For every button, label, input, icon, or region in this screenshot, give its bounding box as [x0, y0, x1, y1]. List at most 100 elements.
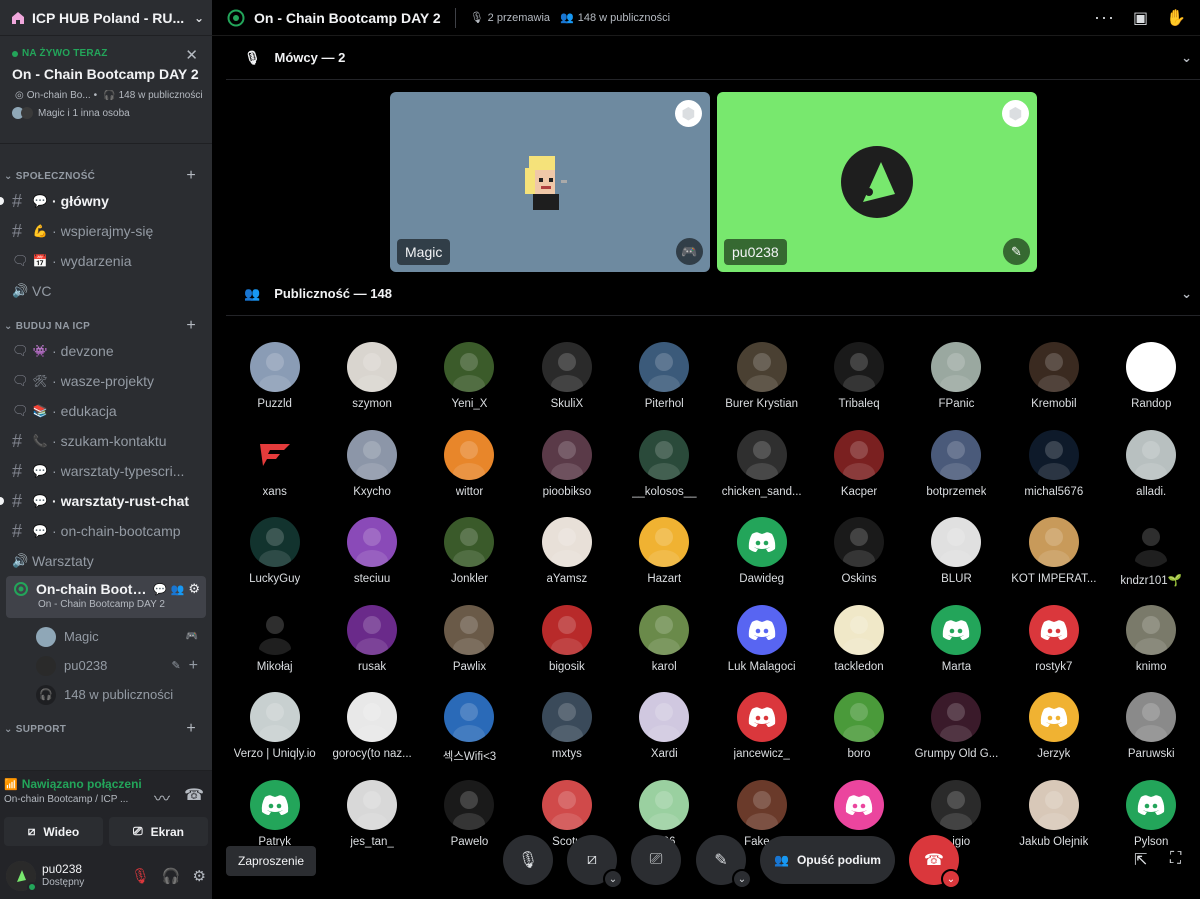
audience-member[interactable]: Paruwski: [1103, 686, 1200, 774]
chevron-down-icon[interactable]: ⌄: [732, 869, 752, 889]
audience-member[interactable]: Verzo | Uniqly.io: [226, 686, 323, 774]
channel-text[interactable]: # 📞 · szukam-kontaktu: [6, 426, 206, 456]
gear-icon[interactable]: ⚙: [193, 867, 206, 885]
audience-member[interactable]: gorocy(to naz...: [323, 686, 420, 774]
audience-member[interactable]: Randop: [1103, 336, 1200, 424]
channel-text[interactable]: 🗨 📅 · wydarzenia: [6, 246, 206, 276]
chevron-down-icon[interactable]: ⌄: [941, 869, 961, 889]
audience-member[interactable]: botprzemek: [908, 424, 1005, 512]
audience-member[interactable]: Hazart: [616, 511, 713, 599]
channel-text[interactable]: 🗨 👾 · devzone: [6, 336, 206, 366]
audience-member[interactable]: Dawideg: [713, 511, 810, 599]
channel-text[interactable]: # 💬 · główny: [0, 186, 206, 216]
audience-member[interactable]: SkuliX: [518, 336, 615, 424]
live-event-card[interactable]: NA ŻYWO TERAZ ✕ On - Chain Bootcamp DAY …: [0, 36, 212, 144]
channel-text[interactable]: # 💬 · warsztaty-typescri...: [6, 456, 206, 486]
mic-muted-button[interactable]: 🎙: [503, 835, 553, 885]
speakers-header[interactable]: 🎙 Mówcy — 2 ⌄: [226, 36, 1200, 80]
leave-stage-button[interactable]: 👥 Opuść podium: [760, 836, 895, 884]
audience-member[interactable]: Mikołaj: [226, 599, 323, 687]
audience-member[interactable]: Kremobil: [1005, 336, 1102, 424]
audience-member[interactable]: Marta: [908, 599, 1005, 687]
audience-member[interactable]: tackledon: [810, 599, 907, 687]
mic-settings-button[interactable]: ✎ ⌄: [696, 835, 752, 889]
audience-member[interactable]: wittor: [421, 424, 518, 512]
fullscreen-icon[interactable]: ⛶: [1170, 850, 1181, 868]
audience-member[interactable]: __kolosos__: [616, 424, 713, 512]
audience-member[interactable]: Jonkler: [421, 511, 518, 599]
mic-muted-icon[interactable]: 🎙: [131, 867, 150, 885]
noise-suppression-icon[interactable]: 〰: [154, 785, 170, 809]
audience-member[interactable]: pioobikso: [518, 424, 615, 512]
audience-header[interactable]: 👥 Publiczność — 148 ⌄: [226, 272, 1200, 316]
add-channel-icon[interactable]: +: [186, 720, 196, 738]
audience-member[interactable]: BLUR: [908, 511, 1005, 599]
audience-member[interactable]: Puzzld: [226, 336, 323, 424]
popout-icon[interactable]: ▣: [1133, 8, 1148, 28]
audience-member[interactable]: KOT IMPERAT...: [1005, 511, 1102, 599]
screen-share-button[interactable]: ⎚: [631, 835, 681, 885]
add-channel-icon[interactable]: +: [186, 317, 196, 335]
popout-icon[interactable]: ⇱: [1134, 850, 1147, 870]
audience-member[interactable]: Kacper: [810, 424, 907, 512]
speaker-tile[interactable]: ⬢ pu0238 ✎: [717, 92, 1037, 272]
screen-share-button[interactable]: ⎚ Ekran: [109, 817, 208, 846]
audience-member[interactable]: rusak: [323, 599, 420, 687]
audience-member[interactable]: Grumpy Old G...: [908, 686, 1005, 774]
audience-member[interactable]: Jerzyk: [1005, 686, 1102, 774]
audience-member[interactable]: alladi.: [1103, 424, 1200, 512]
chat-icon[interactable]: 💬: [153, 583, 167, 596]
audience-member[interactable]: Burer Krystian: [713, 336, 810, 424]
channel-text[interactable]: 🗨 📚 · edukacja: [6, 396, 206, 426]
audience-member[interactable]: rostyk7: [1005, 599, 1102, 687]
audience-member[interactable]: Piterhol: [616, 336, 713, 424]
chevron-down-icon[interactable]: ⌄: [603, 869, 623, 889]
add-channel-icon[interactable]: +: [186, 167, 196, 185]
stage-member[interactable]: pu0238 ✎ +: [0, 651, 212, 680]
user-name[interactable]: pu0238 Dostępny: [42, 862, 131, 890]
audience-member[interactable]: 섹스Wifi<3: [421, 686, 518, 774]
raise-hand-icon[interactable]: ✋: [1166, 8, 1186, 28]
audience-member[interactable]: karol: [616, 599, 713, 687]
channel-text[interactable]: 🗨 🛠 · wasze-projekty: [6, 366, 206, 396]
audience-member[interactable]: Tribaleq: [810, 336, 907, 424]
headphones-icon[interactable]: 🎧: [162, 867, 181, 885]
active-stage-channel[interactable]: On-chain Bootc... 💬 👥 ⚙ On - Chain Bootc…: [6, 576, 206, 618]
audience-member[interactable]: knimo: [1103, 599, 1200, 687]
add-icon[interactable]: +: [189, 657, 198, 675]
channel-voice[interactable]: 🔊 Warsztaty: [6, 546, 206, 576]
channel-text[interactable]: # 💬 · on-chain-bootcamp: [6, 516, 206, 546]
category-build[interactable]: ⌄ BUDUJ NA ICP +: [0, 316, 212, 336]
invite-icon[interactable]: 👥: [171, 583, 185, 596]
audience-member[interactable]: steciuu: [323, 511, 420, 599]
category-support[interactable]: ⌄ SUPPORT +: [0, 719, 212, 739]
video-button[interactable]: ⧄ ⌄: [567, 835, 623, 889]
audience-member[interactable]: Oskins: [810, 511, 907, 599]
avatar[interactable]: [6, 860, 37, 892]
disconnect-icon[interactable]: ☎: [184, 785, 204, 809]
audience-member[interactable]: xans: [226, 424, 323, 512]
channel-text[interactable]: # 💪 · wspierajmy-się: [6, 216, 206, 246]
speaker-tile[interactable]: ⬢ Magic 🎮: [390, 92, 710, 272]
audience-member[interactable]: kndzr101🌱: [1103, 511, 1200, 599]
channel-voice[interactable]: 🔊 VC: [6, 276, 206, 306]
audience-member[interactable]: jancewicz_: [713, 686, 810, 774]
audience-member[interactable]: szymon: [323, 336, 420, 424]
more-icon[interactable]: ···: [1094, 7, 1115, 28]
channel-text[interactable]: # 💬 · warsztaty-rust-chat: [0, 486, 206, 516]
audience-member[interactable]: aYamsz: [518, 511, 615, 599]
audience-member[interactable]: Pawlix: [421, 599, 518, 687]
audience-member[interactable]: Luk Malagoci: [713, 599, 810, 687]
disconnect-button[interactable]: ☎ ⌄: [909, 835, 961, 889]
audience-member[interactable]: chicken_sand...: [713, 424, 810, 512]
audience-member[interactable]: Kxycho: [323, 424, 420, 512]
stage-audience[interactable]: 🎧 148 w publiczności: [0, 680, 212, 709]
server-header[interactable]: ICP HUB Poland - RU... ⌄: [0, 0, 212, 36]
stage-member[interactable]: Magic 🎮: [0, 622, 212, 651]
gear-icon[interactable]: ⚙: [188, 581, 200, 597]
close-icon[interactable]: ✕: [185, 48, 198, 63]
video-button[interactable]: ⧄ Wideo: [4, 817, 103, 846]
audience-member[interactable]: bigosik: [518, 599, 615, 687]
audience-member[interactable]: Xardi: [616, 686, 713, 774]
audience-member[interactable]: Yeni_X: [421, 336, 518, 424]
